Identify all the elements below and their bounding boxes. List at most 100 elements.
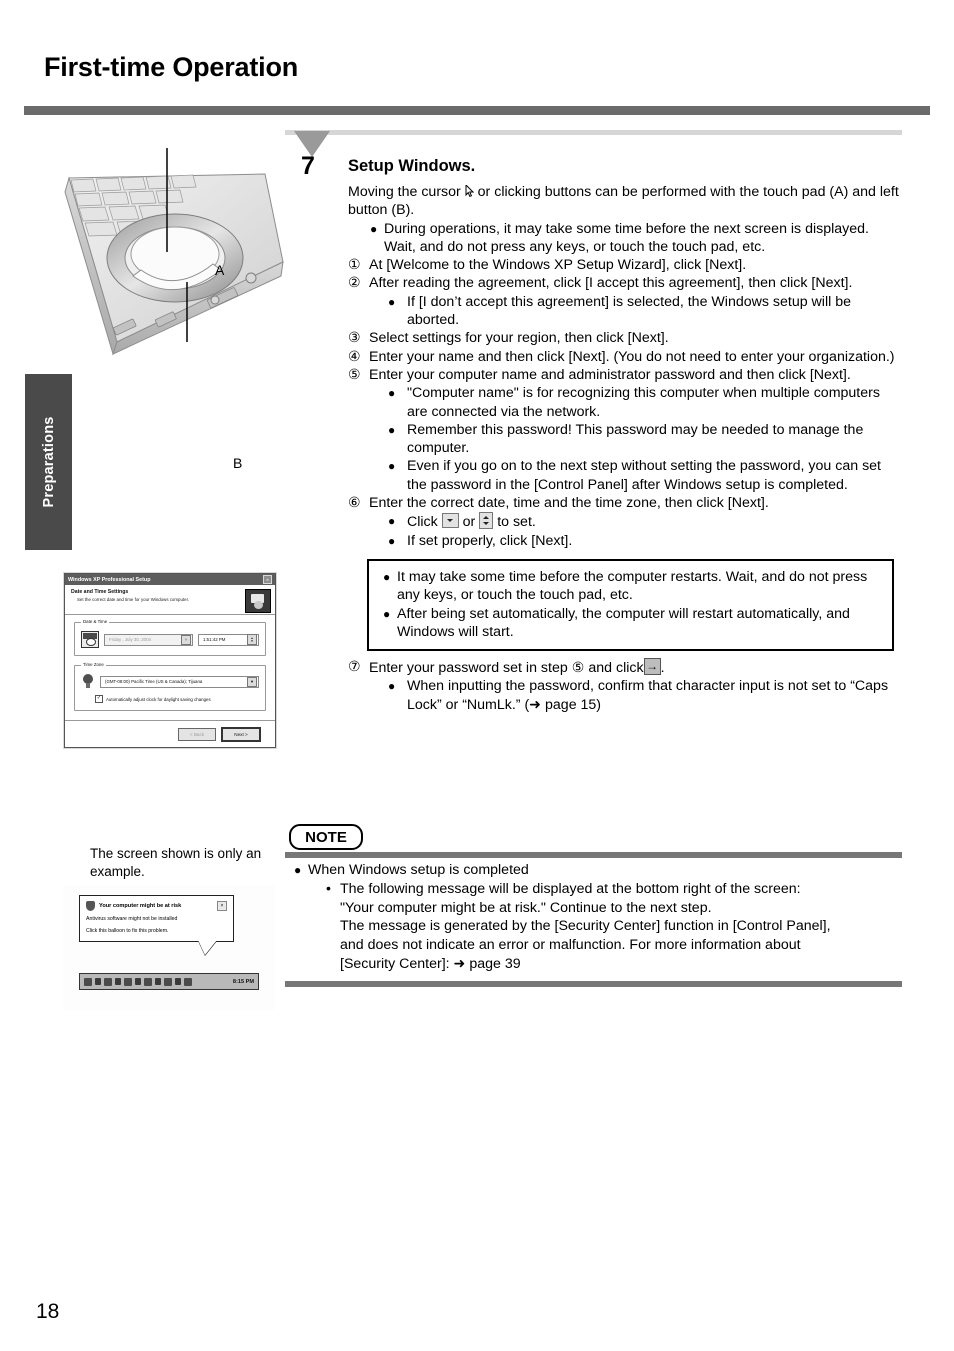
time-zone-group: Time Zone (GMT-08:00) Pacific Time (US &… bbox=[74, 662, 266, 711]
section-tab-label: Preparations bbox=[40, 416, 57, 508]
intro-paragraph: Moving the cursor or clicking buttons ca… bbox=[348, 183, 903, 220]
tray-icon[interactable] bbox=[104, 977, 112, 986]
chevron-down-icon[interactable]: ▼ bbox=[181, 634, 191, 645]
tray-icon[interactable] bbox=[184, 977, 192, 986]
sub-bullet-item: ● "Computer name" is for recognizing thi… bbox=[388, 384, 903, 421]
date-time-group-label: Date & Time bbox=[81, 619, 110, 624]
numbered-item-text: Enter your name and then click [Next]. (… bbox=[369, 348, 895, 365]
clock-setup-icon bbox=[245, 589, 271, 613]
bullet-icon: ● bbox=[388, 386, 396, 401]
numbered-item: ⑥ Enter the correct date, time and the t… bbox=[348, 494, 903, 512]
close-icon[interactable]: × bbox=[217, 901, 227, 911]
sub-bullet-text: Even if you go on to the next step witho… bbox=[407, 458, 881, 493]
xp-dialog-titlebar: Windows XP Professional Setup × bbox=[65, 574, 275, 585]
dropdown-arrow-icon bbox=[441, 513, 459, 529]
sub-bullet-item: ● Remember this password! This password … bbox=[388, 421, 903, 458]
cursor-icon bbox=[465, 185, 474, 198]
time-field[interactable]: 1:51:42 PM ▲ ▼ bbox=[198, 633, 259, 646]
numbered-item: ② After reading the agreement, click [I … bbox=[348, 274, 903, 292]
balloon-tip[interactable]: Your computer might be at risk × Antivir… bbox=[79, 895, 234, 955]
xp-dialog-subheading: Set the correct date and time for your W… bbox=[77, 597, 190, 602]
tray-icon[interactable] bbox=[175, 978, 181, 985]
tray-icon[interactable] bbox=[164, 977, 172, 986]
click-text-pre: Click bbox=[407, 514, 438, 531]
sub-bullet-item: ● Even if you go on to the next step wit… bbox=[388, 457, 903, 494]
note-sub-line-5: [Security Center]: ➜ page 39 bbox=[340, 955, 521, 972]
bullet-icon: ● bbox=[388, 533, 396, 548]
click-text-post: to set. bbox=[497, 514, 536, 531]
sub-bullet-item: ● Click or to set. bbox=[388, 512, 903, 531]
date-value: Friday , July 30, 2004 bbox=[109, 637, 151, 642]
enter-arrow-icon bbox=[643, 657, 661, 675]
figure-caption: The screen shown is only an example. bbox=[90, 846, 262, 880]
xp-dialog-footer: < Back Next > bbox=[65, 720, 275, 747]
date-field[interactable]: Friday , July 30, 2004 ▼ bbox=[104, 633, 193, 646]
tray-icon[interactable] bbox=[155, 978, 161, 985]
note-bullet-item: ● When Windows setup is completed bbox=[290, 861, 905, 880]
numbered-item: ③ Select settings for your region, then … bbox=[348, 329, 903, 347]
balloon-title: Your computer might be at risk bbox=[99, 903, 182, 909]
bullet-icon: ● bbox=[388, 294, 396, 309]
numbered-item-text: Enter the correct date, time and the tim… bbox=[369, 495, 769, 512]
section-tab-preparations: Preparations bbox=[25, 374, 72, 550]
sub-bullet-item: ● If [I don’t accept this agreement] is … bbox=[388, 293, 903, 330]
step-heading: Setup Windows. bbox=[348, 157, 476, 175]
calendar-icon bbox=[81, 631, 99, 648]
sub-bullet-icon: • bbox=[326, 880, 331, 897]
back-button[interactable]: < Back bbox=[178, 727, 216, 741]
circled-number-icon: ⑤ bbox=[348, 366, 361, 383]
step-divider bbox=[285, 130, 902, 135]
item-7-text-pre: Enter your password set in step bbox=[369, 660, 568, 677]
bullet-icon: ● bbox=[388, 422, 396, 437]
xp-setup-screenshot: Windows XP Professional Setup × Date and… bbox=[63, 572, 277, 749]
circled-number-icon: ⑦ bbox=[348, 659, 361, 676]
step-number: 7 bbox=[301, 152, 315, 180]
intro-text-1: Moving the cursor bbox=[348, 184, 461, 200]
sub-bullet-text: When inputting the password, confirm tha… bbox=[407, 678, 889, 713]
note-sub-item: • The following message will be displaye… bbox=[326, 880, 905, 974]
numbered-item: ⑦ Enter your password set in step ⑤ and … bbox=[348, 657, 903, 677]
checkbox-icon[interactable]: ✓ bbox=[95, 695, 103, 703]
close-icon[interactable]: × bbox=[263, 575, 272, 584]
tray-icon[interactable] bbox=[84, 977, 92, 986]
bullet-text: During operations, it may take some time… bbox=[384, 220, 869, 237]
bullet-item: ● It may take some time before the compu… bbox=[379, 568, 882, 605]
bullet-item: ● After being set automatically, the com… bbox=[379, 605, 882, 642]
click-text-mid: or bbox=[462, 514, 476, 531]
timezone-value: (GMT-08:00) Pacific Time (US & Canada); … bbox=[105, 679, 203, 684]
tray-clock: 8:15 PM bbox=[232, 978, 254, 985]
numbered-item: ④ Enter your name and then click [Next].… bbox=[348, 348, 903, 366]
numbered-item: ⑤ Enter your computer name and administr… bbox=[348, 366, 903, 384]
sub-bullet-text: "Computer name" is for recognizing this … bbox=[407, 385, 880, 420]
note-badge: NOTE bbox=[289, 824, 363, 850]
bullet-icon: ● bbox=[370, 221, 378, 236]
dst-checkbox-row[interactable]: ✓ Automatically adjust clock for dayligh… bbox=[95, 695, 259, 703]
note-bullet-text: When Windows setup is completed bbox=[308, 862, 529, 878]
laptop-touchpad-illustration bbox=[64, 148, 284, 356]
circled-number-icon: ⑥ bbox=[348, 495, 361, 512]
tray-icon[interactable] bbox=[95, 978, 101, 985]
tray-icon[interactable] bbox=[144, 977, 152, 986]
page-number: 18 bbox=[36, 1300, 60, 1323]
sub-bullet-text: If [I don’t accept this agreement] is se… bbox=[407, 293, 851, 329]
tray-icon[interactable] bbox=[115, 978, 121, 985]
numbered-item-text: Select settings for your region, then cl… bbox=[369, 330, 669, 347]
note-sub-line-3: The message is generated by the [Securit… bbox=[340, 918, 831, 935]
spinner-icon[interactable]: ▲ ▼ bbox=[247, 634, 257, 645]
chevron-down-icon[interactable]: ▼ bbox=[247, 676, 257, 687]
sub-bullet-item: ● When inputting the password, confirm t… bbox=[388, 677, 903, 714]
tray-icon[interactable] bbox=[135, 978, 141, 985]
box-bullet-text: It may take some time before the compute… bbox=[397, 568, 868, 604]
sub-bullet-text: If set properly, click [Next]. bbox=[407, 532, 573, 549]
next-button[interactable]: Next > bbox=[221, 726, 261, 742]
circled-number-icon: ① bbox=[348, 257, 361, 274]
callout-label-b: B bbox=[233, 455, 243, 471]
timezone-select[interactable]: (GMT-08:00) Pacific Time (US & Canada); … bbox=[100, 675, 259, 688]
shield-icon bbox=[86, 901, 95, 911]
numbered-item-text: At [Welcome to the Windows XP Setup Wiza… bbox=[369, 257, 747, 274]
bullet-icon: ● bbox=[383, 606, 391, 621]
balloon-tail bbox=[198, 940, 217, 955]
page-title: First-time Operation bbox=[44, 52, 299, 82]
tray-icon[interactable] bbox=[124, 977, 132, 986]
note-sub-line-1: The following message will be displayed … bbox=[340, 880, 801, 897]
